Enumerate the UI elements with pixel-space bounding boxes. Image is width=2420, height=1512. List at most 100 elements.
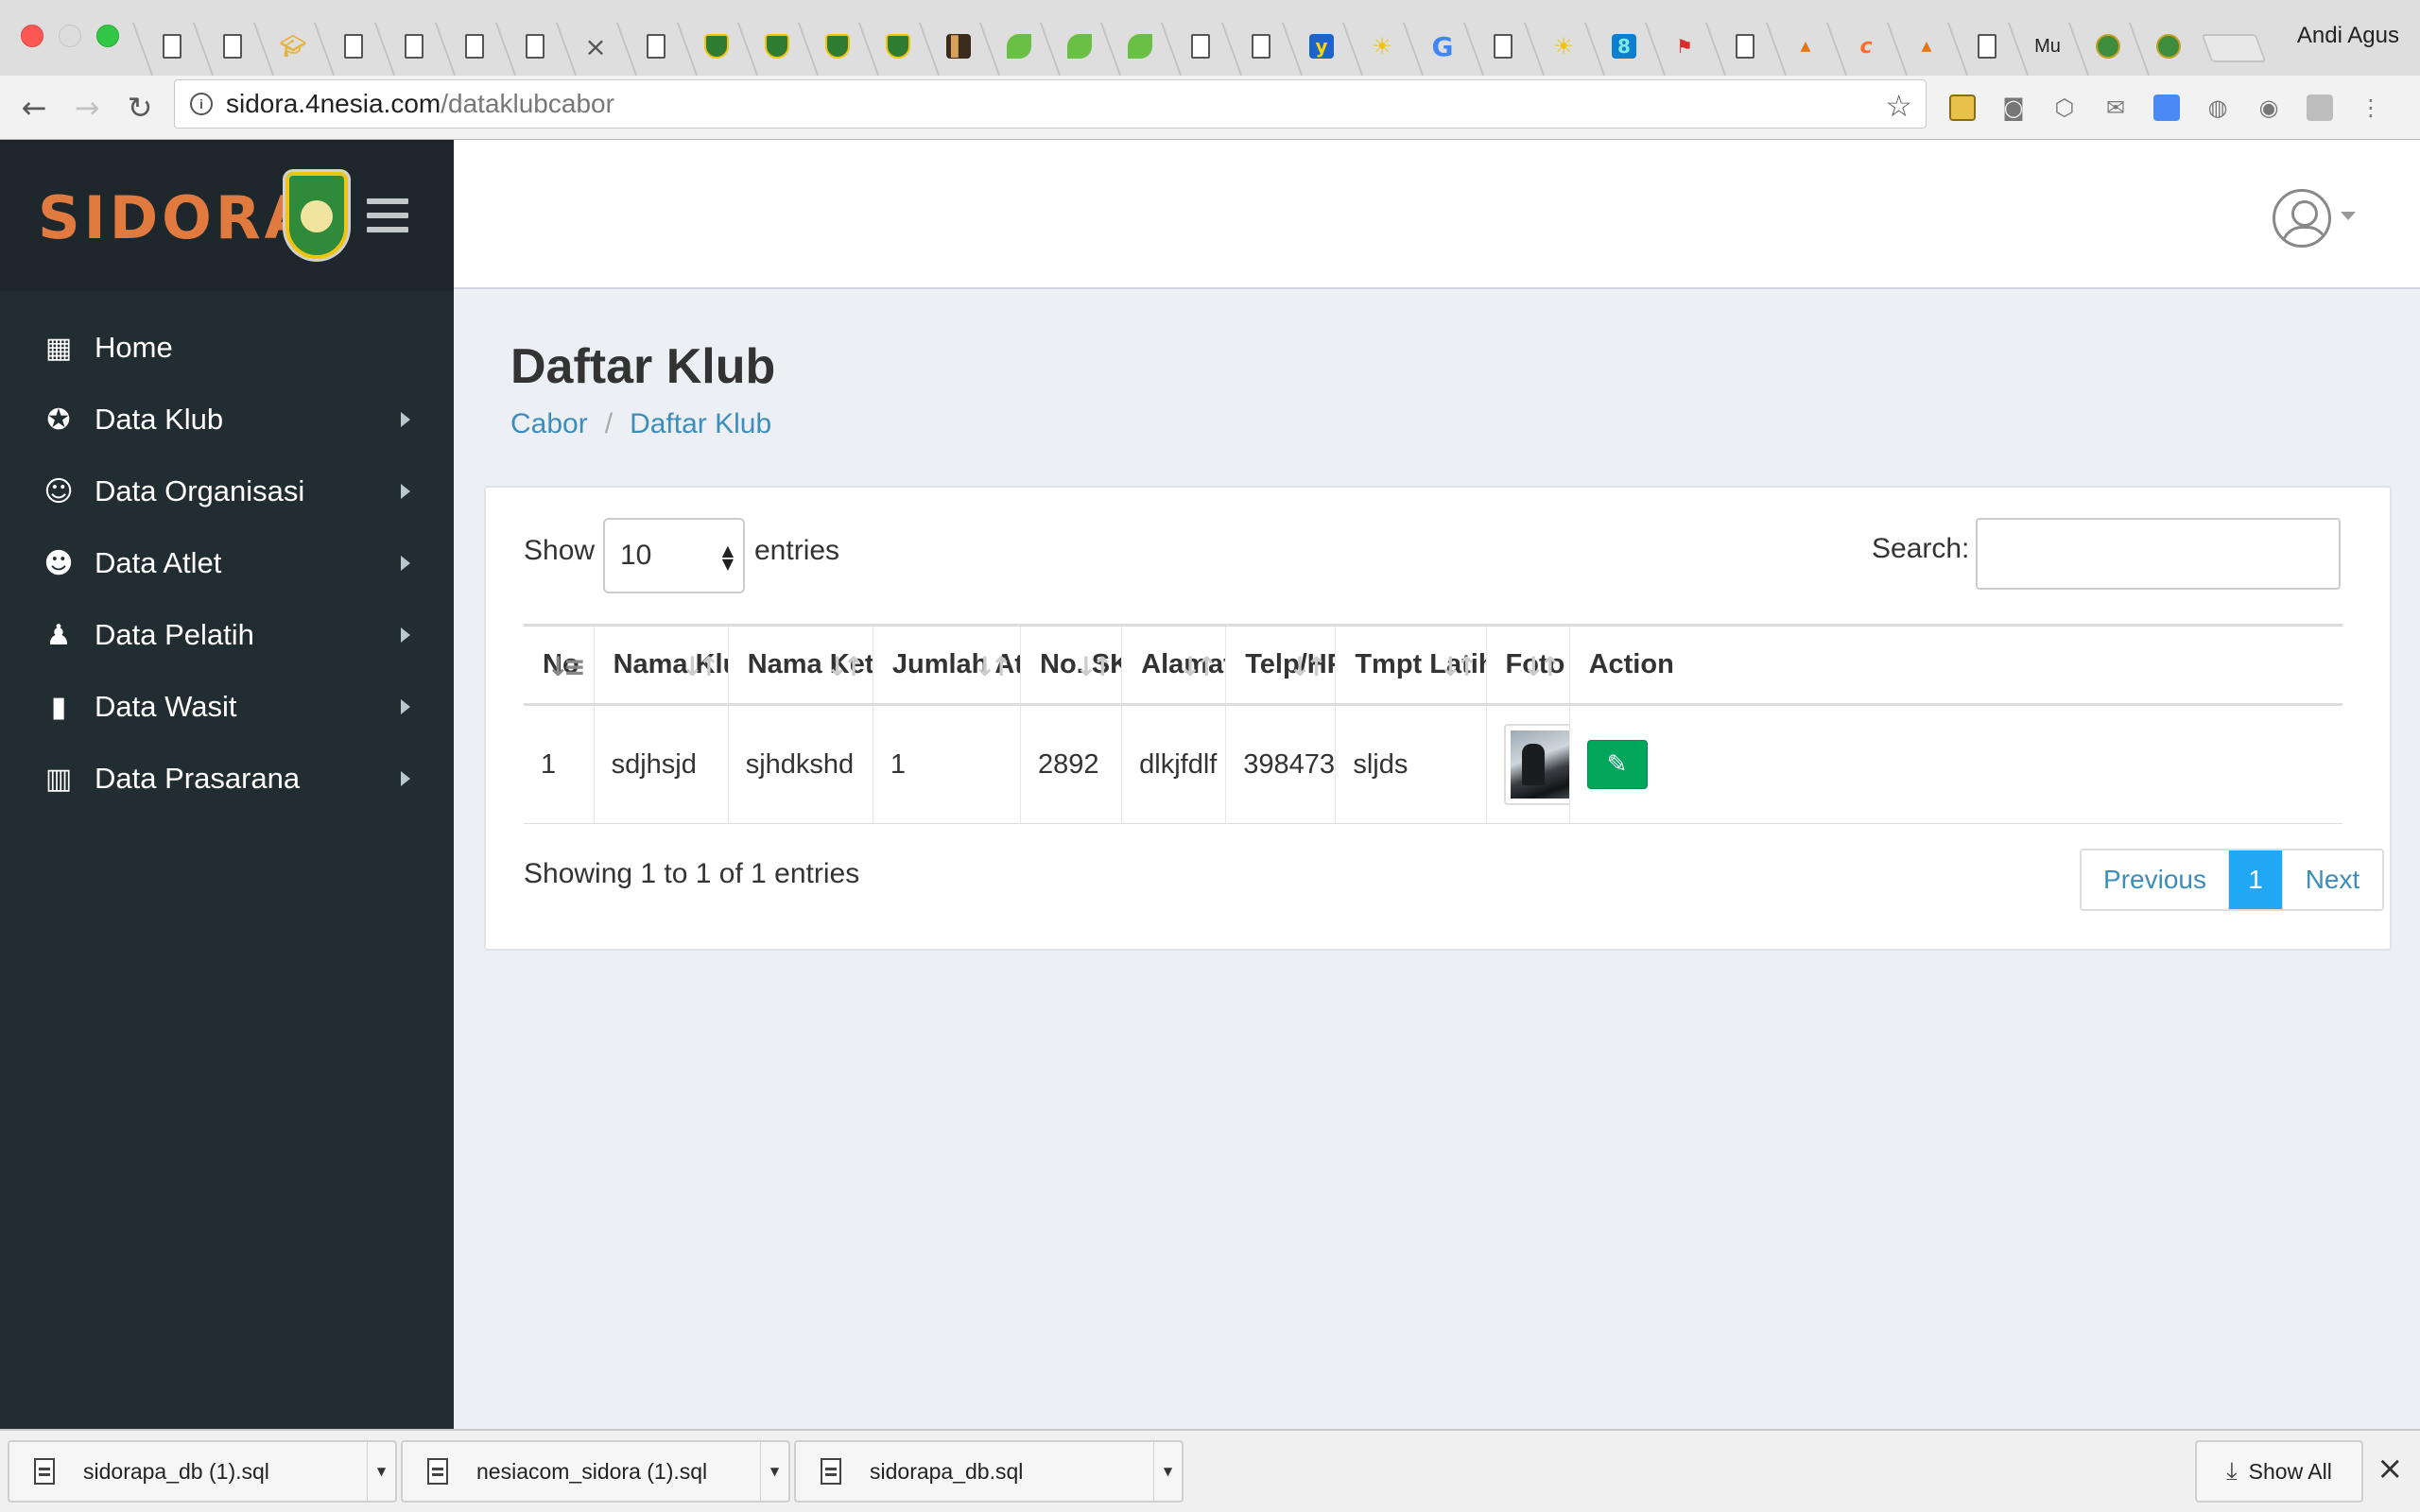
edit-button[interactable]: ✎ bbox=[1586, 740, 1648, 789]
club-photo-thumbnail[interactable] bbox=[1503, 724, 1569, 805]
download-menu-caret-icon[interactable]: ▼ bbox=[367, 1442, 395, 1501]
sidebar-item-data-wasit[interactable]: ▮ Data Wasit bbox=[0, 671, 454, 743]
download-menu-caret-icon[interactable]: ▼ bbox=[1153, 1442, 1182, 1501]
table-header-row: No↓≡ Nama Klub↓↑ Nama Ketua↓↑ Jumlah Atl… bbox=[524, 624, 2342, 706]
download-shelf: sidorapa_db (1).sql ▼ nesiacom_sidora (1… bbox=[0, 1429, 2420, 1512]
sidebar-item-label: Home bbox=[95, 331, 173, 364]
forward-arrow-icon[interactable]: → bbox=[66, 87, 108, 129]
table-info-text: Showing 1 to 1 of 1 entries bbox=[524, 858, 860, 889]
cube-extension-icon[interactable]: ⬡ bbox=[2046, 89, 2083, 127]
pagination-next-button[interactable]: Next bbox=[2282, 850, 2382, 909]
emblem-icon bbox=[765, 34, 789, 59]
clipboard-icon: ▮ bbox=[50, 690, 67, 724]
home-icon: ▦ bbox=[44, 331, 73, 365]
breadcrumb-link-cabor[interactable]: Cabor bbox=[510, 408, 588, 440]
reload-icon[interactable]: ↻ bbox=[119, 87, 161, 129]
sort-icon: ↓↑ bbox=[1179, 651, 1218, 682]
column-header-no[interactable]: No ↓≡ bbox=[524, 624, 595, 706]
award-icon: ✪ bbox=[46, 403, 71, 437]
url-text[interactable]: sidora.4nesia.com/dataklubcabor bbox=[226, 89, 614, 119]
minimize-window-button[interactable] bbox=[59, 25, 81, 47]
tab-strip: 🎓︎ × ▌ y ☀︎ G ☀︎ 8 ⚑ ▲ c ▲ Mu bbox=[142, 17, 2267, 76]
entries-length-select[interactable]: 10 ▲ ▼ bbox=[603, 518, 745, 593]
sidebar-item-data-organisasi[interactable]: ☺ Data Organisasi bbox=[0, 455, 454, 527]
site-info-icon[interactable]: i bbox=[190, 93, 213, 115]
cell-no: 1 bbox=[524, 704, 595, 824]
sidebar-item-data-klub[interactable]: ✪ Data Klub bbox=[0, 384, 454, 455]
download-icon: ⤓ bbox=[2226, 1456, 2238, 1486]
column-header-action[interactable]: Action bbox=[1569, 624, 2342, 706]
globe-extension-icon[interactable]: ◍ bbox=[2199, 89, 2237, 127]
sidebar: SIDORA ▦ Home ✪ Data Klub ☺ Data Organis… bbox=[0, 140, 454, 1429]
column-header-no-sk[interactable]: No. SK ↓↑ bbox=[1020, 624, 1123, 706]
pagination-page-1[interactable]: 1 bbox=[2229, 850, 2282, 909]
download-item[interactable]: nesiacom_sidora (1).sql ▼ bbox=[401, 1440, 790, 1503]
camera-extension-icon[interactable]: ◉ bbox=[2250, 89, 2288, 127]
column-header-nama-klub[interactable]: Nama Klub↓↑ bbox=[594, 624, 729, 706]
sidebar-item-data-prasarana[interactable]: ▥ Data Prasarana bbox=[0, 743, 454, 815]
column-header-foto[interactable]: Foto ↓↑ bbox=[1486, 624, 1570, 706]
lightbulb-icon: ☀︎ bbox=[1553, 33, 1574, 60]
hamburger-menu-icon[interactable] bbox=[367, 198, 408, 232]
bookmark-star-icon[interactable]: ☆ bbox=[1885, 88, 1912, 124]
back-arrow-icon[interactable]: ← bbox=[13, 87, 55, 129]
download-item[interactable]: sidorapa_db (1).sql ▼ bbox=[8, 1440, 397, 1503]
caret-down-icon[interactable] bbox=[2341, 212, 2356, 220]
show-all-label: Show All bbox=[2248, 1458, 2332, 1484]
sort-icon: ↓↑ bbox=[1522, 651, 1562, 682]
sidebar-item-data-atlet[interactable]: ☻ Data Atlet bbox=[0, 527, 454, 599]
browser-tab-bar: 🎓︎ × ▌ y ☀︎ G ☀︎ 8 ⚑ ▲ c ▲ Mu Andi Agus bbox=[0, 0, 2420, 76]
page-title: Daftar Klub bbox=[510, 339, 776, 394]
file-icon bbox=[427, 1458, 448, 1485]
book-icon: ▌ bbox=[946, 34, 971, 59]
close-window-button[interactable] bbox=[21, 25, 43, 47]
new-tab-button[interactable] bbox=[2201, 34, 2267, 62]
bulb-extension-icon[interactable]: ◙ bbox=[1995, 89, 2032, 127]
emblem-icon bbox=[2096, 34, 2120, 59]
column-header-nama-ketua[interactable]: Nama Ketua↓↑ bbox=[728, 624, 873, 706]
building-icon: ▥ bbox=[44, 762, 73, 796]
column-header-tmpt-latihan[interactable]: Tmpt Latihan↓↑ bbox=[1335, 624, 1487, 706]
download-file-name: nesiacom_sidora (1).sql bbox=[476, 1458, 708, 1484]
sidebar-item-label: Data Atlet bbox=[95, 546, 222, 579]
pagination-previous-button[interactable]: Previous bbox=[2082, 850, 2229, 909]
sort-icon: ↓↑ bbox=[1288, 651, 1327, 682]
emblem-icon bbox=[886, 34, 910, 59]
close-shelf-icon[interactable]: × bbox=[2377, 1450, 2404, 1487]
show-all-downloads-button[interactable]: ⤓ Show All bbox=[2195, 1440, 2363, 1503]
download-item[interactable]: sidorapa_db.sql ▼ bbox=[794, 1440, 1184, 1503]
close-tab-icon[interactable]: × bbox=[583, 31, 608, 62]
breadcrumb-link-daftar-klub[interactable]: Daftar Klub bbox=[630, 408, 771, 440]
browser-tab[interactable] bbox=[2138, 17, 2199, 76]
translate-extension-icon[interactable] bbox=[2148, 89, 2186, 127]
brand-emblem-icon bbox=[285, 172, 348, 259]
app-icon: 8 bbox=[1612, 34, 1636, 59]
column-header-alamat[interactable]: Alamat ↓↑ bbox=[1121, 624, 1227, 706]
brand-header: SIDORA bbox=[0, 140, 454, 291]
browser-profile-name[interactable]: Andi Agus bbox=[2297, 23, 2399, 49]
column-header-telp-hp[interactable]: Telp/HP ↓↑ bbox=[1225, 624, 1337, 706]
cell-no-sk: 2892 bbox=[1020, 704, 1123, 824]
emblem-icon bbox=[2156, 34, 2181, 59]
user-avatar-icon[interactable] bbox=[2273, 189, 2331, 248]
file-icon bbox=[821, 1458, 841, 1485]
download-menu-caret-icon[interactable]: ▼ bbox=[760, 1442, 788, 1501]
sidebar-menu: ▦ Home ✪ Data Klub ☺ Data Organisasi ☻ D… bbox=[0, 291, 454, 815]
search-input[interactable] bbox=[1976, 518, 2341, 590]
m-extension-icon[interactable] bbox=[2301, 89, 2339, 127]
mail-extension-icon[interactable]: ✉ bbox=[2097, 89, 2135, 127]
address-bar[interactable]: i sidora.4nesia.com/dataklubcabor ☆ bbox=[174, 79, 1927, 129]
sidebar-item-data-pelatih[interactable]: ♟ Data Pelatih bbox=[0, 599, 454, 671]
caret-right-icon bbox=[401, 699, 410, 714]
sort-icon: ↓↑ bbox=[974, 651, 1012, 682]
entries-length-value: 10 bbox=[620, 540, 652, 571]
document-icon bbox=[647, 34, 666, 59]
maximize-window-button[interactable] bbox=[96, 25, 119, 47]
sidebar-item-home[interactable]: ▦ Home bbox=[0, 312, 454, 384]
sort-icon: ↓↑ bbox=[1439, 651, 1478, 682]
brand-logo-text[interactable]: SIDORA bbox=[38, 183, 314, 252]
menu-dots-icon[interactable]: ⋮ bbox=[2352, 89, 2390, 127]
column-header-jumlah-atlet[interactable]: Jumlah Atlet↓↑ bbox=[873, 624, 1022, 706]
ruler-extension-icon[interactable] bbox=[1944, 89, 1981, 127]
download-file-name: sidorapa_db.sql bbox=[870, 1458, 1024, 1484]
